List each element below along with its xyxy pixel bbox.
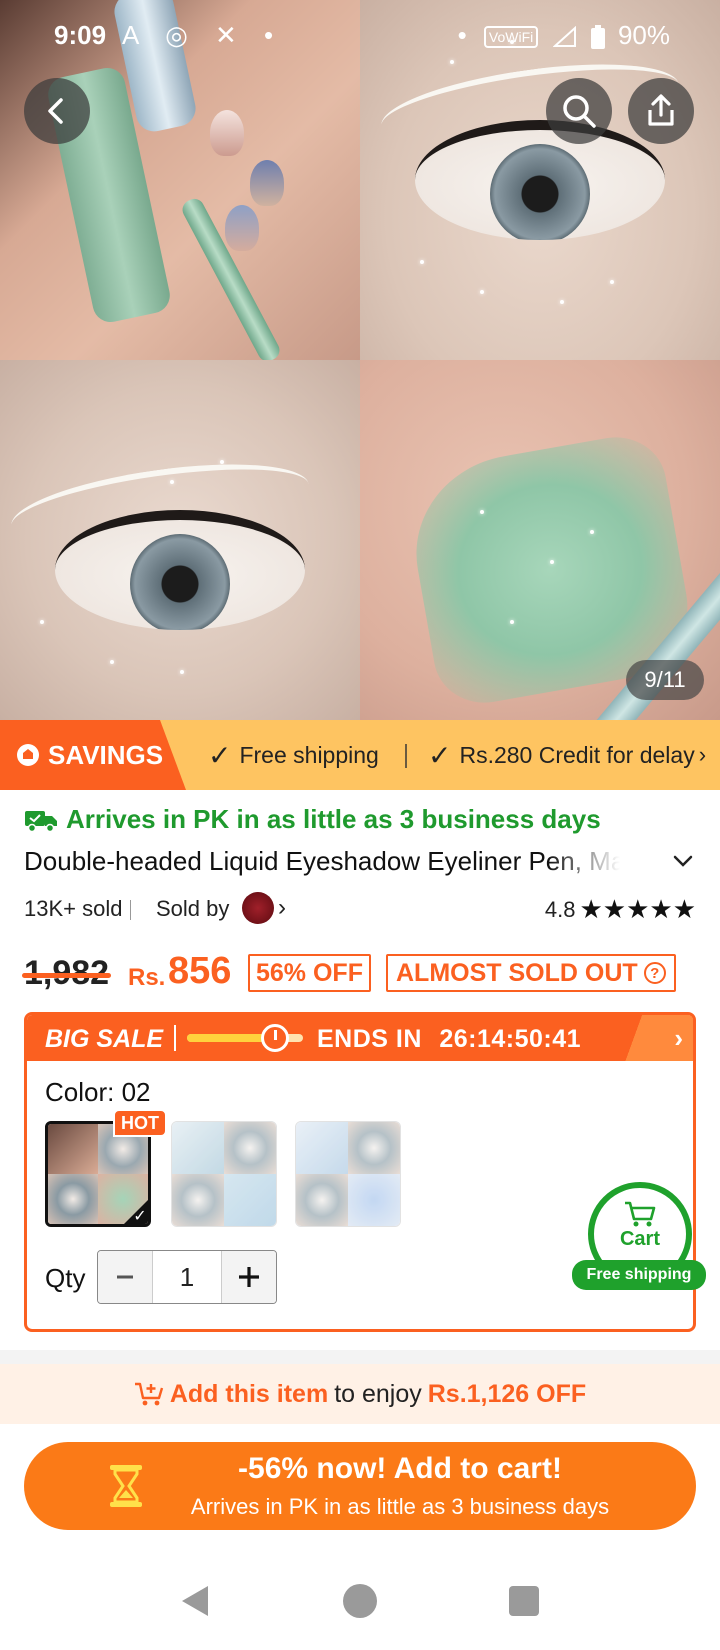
big-sale-header[interactable]: BIG SALE ENDS IN 26:14:50:41 › [27, 1015, 693, 1061]
battery-icon [590, 25, 605, 50]
cart-plus-icon [134, 1382, 163, 1406]
signal-icon [552, 25, 577, 48]
divider [174, 1025, 176, 1051]
price-row: 1,982 Rs. 856 56% OFF ALMOST SOLD OUT ? [21, 950, 696, 1000]
nav-recents-icon[interactable] [509, 1586, 539, 1616]
check-icon: ✓ [208, 739, 232, 771]
chevron-left-icon [48, 98, 63, 124]
quantity-stepper: 1 [97, 1250, 277, 1304]
share-button[interactable] [628, 78, 694, 144]
hot-badge: HOT [113, 1109, 167, 1137]
question-icon[interactable]: ? [643, 962, 666, 984]
color-variant-option-3[interactable] [295, 1121, 401, 1227]
image-counter: 9/11 [626, 660, 704, 700]
credit-for-delay-label: Rs.280 Credit for delay [459, 741, 695, 768]
minus-icon [117, 1275, 133, 1279]
free-shipping-item: ✓ Free shipping [208, 720, 379, 790]
promo-to-enjoy: to enjoy [334, 1379, 422, 1408]
product-image-gallery[interactable]: 9:09 A ◎ ✕ • • VoWiFi 90% 9/11 [0, 0, 720, 720]
gallery-image-eye-liner [0, 360, 360, 720]
status-dot: • [457, 20, 467, 50]
system-navigation-bar [0, 1560, 720, 1650]
vowifi-icon: VoWiFi [483, 26, 539, 49]
divider [130, 900, 131, 920]
share-icon [648, 94, 674, 126]
quantity-increase-button[interactable] [222, 1251, 276, 1303]
quantity-decrease-button[interactable] [98, 1251, 152, 1303]
discount-badge: 56% OFF [248, 954, 371, 992]
check-icon: ✓ [428, 739, 452, 771]
credit-for-delay-item: ✓ Rs.280 Credit for delay › [428, 720, 706, 790]
cta-main-text: -56% now! Add to cart! [238, 1452, 562, 1485]
clock-icon [261, 1024, 289, 1052]
rating-value: 4.8 [544, 896, 576, 922]
plus-icon [239, 1267, 259, 1287]
free-shipping-label: Free shipping [239, 741, 379, 768]
sold-count: 13K+ sold [24, 896, 123, 921]
almost-sold-out-label: ALMOST SOLD OUT [396, 958, 638, 987]
sale-progress-fill [187, 1034, 271, 1042]
back-button[interactable] [24, 78, 90, 144]
color-label: Color: 02 [45, 1077, 151, 1107]
search-button[interactable] [546, 78, 612, 144]
floating-cart-button[interactable]: Cart Free shipping [572, 1182, 706, 1294]
section-divider [0, 1350, 720, 1364]
rating[interactable]: 4.8 ★★★★★ [545, 894, 696, 925]
ends-in-label: ENDS IN [317, 1025, 422, 1053]
savings-tag: SAVINGS [0, 720, 186, 790]
promo-add-item: Add this item [169, 1379, 329, 1408]
original-price: 1,982 [21, 954, 112, 992]
status-bar: 9:09 A ◎ ✕ • • VoWiFi 90% [0, 0, 720, 72]
big-sale-label: BIG SALE [45, 1025, 164, 1053]
savings-strip[interactable]: SAVINGS ✓ Free shipping ✓ Rs.280 Credit … [0, 720, 720, 790]
status-right: • VoWiFi 90% [458, 20, 670, 51]
quantity-label: Qty [45, 1263, 86, 1293]
nav-home-icon[interactable] [343, 1584, 377, 1618]
nav-back-icon[interactable] [178, 1584, 212, 1618]
search-icon [563, 95, 596, 128]
cta-sub-text: Arrives in PK in as little as 3 business… [190, 1494, 610, 1519]
chevron-right-icon: › [698, 742, 707, 767]
status-time: 9:09 [54, 20, 107, 50]
arrival-estimate: Arrives in PK in as little as 3 business… [24, 804, 601, 835]
product-title: Double-headed Liquid Eyeshadow Eyeliner … [24, 846, 620, 876]
color-variant-option-2[interactable] [171, 1121, 277, 1227]
sold-by-label[interactable]: Sold by [156, 896, 229, 922]
savings-coupon-icon [17, 744, 39, 766]
notification-icons: A ◎ ✕ • [122, 20, 284, 50]
delivery-truck-icon [25, 810, 57, 832]
chevron-right-icon[interactable]: › [623, 1015, 693, 1061]
add-item-promo[interactable]: Add this item to enjoy Rs.1,126 OFF [0, 1364, 720, 1424]
product-meta-row: 13K+ sold Sold by › 4.8 ★★★★★ [24, 892, 696, 926]
chevron-right-icon[interactable]: › [278, 894, 286, 922]
cart-free-shipping-label: Free shipping [572, 1260, 706, 1290]
battery-percent: 90% [617, 20, 670, 50]
store-logo[interactable] [242, 892, 274, 924]
savings-label: SAVINGS [48, 739, 164, 770]
quantity-value[interactable]: 1 [152, 1251, 222, 1303]
add-to-cart-button[interactable]: -56% now! Add to cart! Arrives in PK in … [24, 1442, 696, 1530]
product-title-row[interactable]: Double-headed Liquid Eyeshadow Eyeliner … [24, 846, 696, 880]
chevron-down-icon[interactable] [670, 848, 696, 874]
currency-symbol: Rs. [128, 964, 166, 991]
almost-sold-out-badge[interactable]: ALMOST SOLD OUT ? [386, 954, 676, 992]
promo-discount: Rs.1,126 OFF [427, 1379, 587, 1408]
cart-label: Cart [619, 1227, 660, 1250]
arrival-text: Arrives in PK in as little as 3 business… [66, 804, 601, 834]
countdown: ENDS IN 26:14:50:41 [317, 1025, 581, 1054]
cart-icon [625, 1201, 656, 1226]
divider [405, 744, 407, 768]
countdown-timer: 26:14:50:41 [439, 1025, 582, 1053]
sale-price: 856 [168, 950, 232, 992]
star-rating-icon: ★★★★★ [579, 894, 696, 924]
